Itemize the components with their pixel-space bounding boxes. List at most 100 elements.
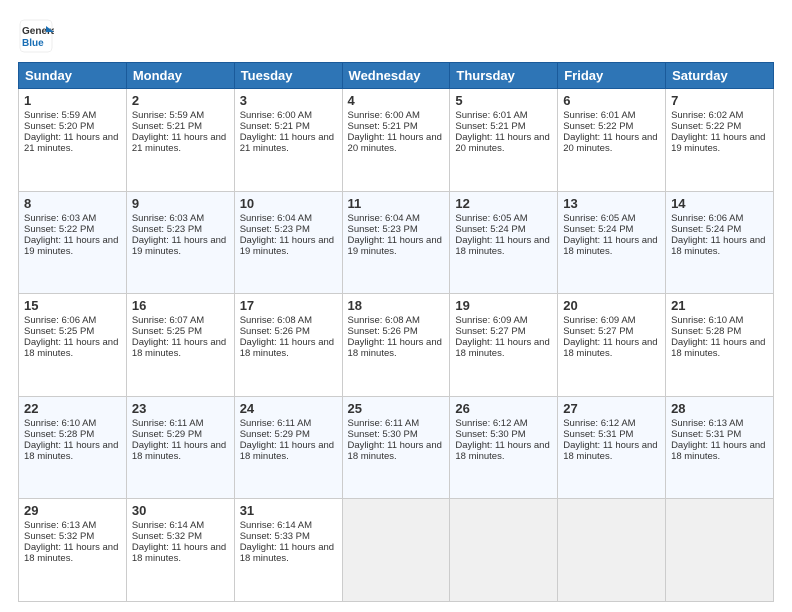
calendar-day-cell: 2Sunrise: 5:59 AMSunset: 5:21 PMDaylight… [126,89,234,192]
calendar-day-cell: 4Sunrise: 6:00 AMSunset: 5:21 PMDaylight… [342,89,450,192]
calendar-day-cell: 8Sunrise: 6:03 AMSunset: 5:22 PMDaylight… [19,191,127,294]
daylight-text: Daylight: 11 hours and 21 minutes. [240,132,334,154]
calendar-day-cell: 31Sunrise: 6:14 AMSunset: 5:33 PMDayligh… [234,499,342,602]
sunrise-text: Sunrise: 6:04 AM [240,213,312,224]
sunrise-text: Sunrise: 6:13 AM [671,418,743,429]
sunset-text: Sunset: 5:32 PM [24,531,94,542]
sunset-text: Sunset: 5:28 PM [24,429,94,440]
sunrise-text: Sunrise: 5:59 AM [24,110,96,121]
sunrise-text: Sunrise: 6:00 AM [240,110,312,121]
sunrise-text: Sunrise: 5:59 AM [132,110,204,121]
day-number: 6 [563,93,660,108]
weekday-header: Thursday [450,63,558,89]
calendar-day-cell: 1Sunrise: 5:59 AMSunset: 5:20 PMDaylight… [19,89,127,192]
sunset-text: Sunset: 5:31 PM [671,429,741,440]
sunrise-text: Sunrise: 6:03 AM [132,213,204,224]
sunrise-text: Sunrise: 6:05 AM [563,213,635,224]
sunrise-text: Sunrise: 6:01 AM [455,110,527,121]
day-number: 21 [671,298,768,313]
calendar-day-cell: 7Sunrise: 6:02 AMSunset: 5:22 PMDaylight… [666,89,774,192]
weekday-header: Sunday [19,63,127,89]
calendar-week-row: 29Sunrise: 6:13 AMSunset: 5:32 PMDayligh… [19,499,774,602]
day-number: 29 [24,503,121,518]
day-number: 30 [132,503,229,518]
weekday-header: Monday [126,63,234,89]
sunset-text: Sunset: 5:22 PM [671,121,741,132]
calendar-day-cell: 17Sunrise: 6:08 AMSunset: 5:26 PMDayligh… [234,294,342,397]
sunset-text: Sunset: 5:33 PM [240,531,310,542]
weekday-header: Tuesday [234,63,342,89]
day-number: 13 [563,196,660,211]
daylight-text: Daylight: 11 hours and 18 minutes. [24,542,118,564]
daylight-text: Daylight: 11 hours and 19 minutes. [132,235,226,257]
daylight-text: Daylight: 11 hours and 18 minutes. [24,440,118,462]
daylight-text: Daylight: 11 hours and 21 minutes. [132,132,226,154]
sunrise-text: Sunrise: 6:14 AM [132,520,204,531]
sunset-text: Sunset: 5:26 PM [240,326,310,337]
daylight-text: Daylight: 11 hours and 18 minutes. [348,440,442,462]
sunrise-text: Sunrise: 6:00 AM [348,110,420,121]
sunset-text: Sunset: 5:21 PM [240,121,310,132]
day-number: 15 [24,298,121,313]
day-number: 24 [240,401,337,416]
day-number: 18 [348,298,445,313]
daylight-text: Daylight: 11 hours and 18 minutes. [563,337,657,359]
sunset-text: Sunset: 5:22 PM [24,224,94,235]
calendar-day-cell: 29Sunrise: 6:13 AMSunset: 5:32 PMDayligh… [19,499,127,602]
daylight-text: Daylight: 11 hours and 21 minutes. [24,132,118,154]
day-number: 26 [455,401,552,416]
daylight-text: Daylight: 11 hours and 19 minutes. [240,235,334,257]
calendar-day-cell: 15Sunrise: 6:06 AMSunset: 5:25 PMDayligh… [19,294,127,397]
calendar-week-row: 22Sunrise: 6:10 AMSunset: 5:28 PMDayligh… [19,396,774,499]
day-number: 27 [563,401,660,416]
calendar-day-cell: 21 Sunrise: 6:10 AMSunset: 5:28 PMDayligh… [666,294,774,397]
sunset-text: Sunset: 5:23 PM [348,224,418,235]
sunrise-text: Sunrise: 6:09 AM [563,315,635,326]
day-number: 22 [24,401,121,416]
calendar-week-row: 15Sunrise: 6:06 AMSunset: 5:25 PMDayligh… [19,294,774,397]
sunrise-text: Sunrise: 6:02 AM [671,110,743,121]
calendar-header-row: SundayMondayTuesdayWednesdayThursdayFrid… [19,63,774,89]
calendar-day-cell: 26 Sunrise: 6:12 AMSunset: 5:30 PMDayligh… [450,396,558,499]
daylight-text: Daylight: 11 hours and 18 minutes. [563,235,657,257]
sunset-text: Sunset: 5:27 PM [455,326,525,337]
calendar-day-cell [342,499,450,602]
calendar-day-cell [450,499,558,602]
day-number: 8 [24,196,121,211]
sunrise-text: Sunrise: 6:04 AM [348,213,420,224]
daylight-text: Daylight: 11 hours and 18 minutes. [455,440,549,462]
daylight-text: Daylight: 11 hours and 18 minutes. [348,337,442,359]
daylight-text: Daylight: 11 hours and 19 minutes. [348,235,442,257]
day-number: 17 [240,298,337,313]
day-number: 19 [455,298,552,313]
calendar-day-cell: 16Sunrise: 6:07 AMSunset: 5:25 PMDayligh… [126,294,234,397]
sunset-text: Sunset: 5:25 PM [24,326,94,337]
weekday-header: Friday [558,63,666,89]
daylight-text: Daylight: 11 hours and 18 minutes. [671,337,765,359]
sunrise-text: Sunrise: 6:05 AM [455,213,527,224]
day-number: 23 [132,401,229,416]
calendar-day-cell: 6Sunrise: 6:01 AMSunset: 5:22 PMDaylight… [558,89,666,192]
day-number: 11 [348,196,445,211]
sunrise-text: Sunrise: 6:11 AM [132,418,204,429]
daylight-text: Daylight: 11 hours and 19 minutes. [24,235,118,257]
day-number: 20 [563,298,660,313]
sunrise-text: Sunrise: 6:06 AM [24,315,96,326]
sunrise-text: Sunrise: 6:10 AM [671,315,743,326]
sunset-text: Sunset: 5:25 PM [132,326,202,337]
daylight-text: Daylight: 11 hours and 18 minutes. [671,235,765,257]
sunset-text: Sunset: 5:28 PM [671,326,741,337]
calendar-day-cell [666,499,774,602]
sunset-text: Sunset: 5:30 PM [455,429,525,440]
calendar-day-cell: 23Sunrise: 6:11 AMSunset: 5:29 PMDayligh… [126,396,234,499]
sunrise-text: Sunrise: 6:12 AM [455,418,527,429]
calendar-day-cell: 30Sunrise: 6:14 AMSunset: 5:32 PMDayligh… [126,499,234,602]
sunset-text: Sunset: 5:23 PM [240,224,310,235]
calendar-day-cell: 3Sunrise: 6:00 AMSunset: 5:21 PMDaylight… [234,89,342,192]
calendar-day-cell: 19Sunrise: 6:09 AMSunset: 5:27 PMDayligh… [450,294,558,397]
sunset-text: Sunset: 5:22 PM [563,121,633,132]
day-number: 9 [132,196,229,211]
sunrise-text: Sunrise: 6:08 AM [348,315,420,326]
sunset-text: Sunset: 5:24 PM [671,224,741,235]
sunset-text: Sunset: 5:31 PM [563,429,633,440]
